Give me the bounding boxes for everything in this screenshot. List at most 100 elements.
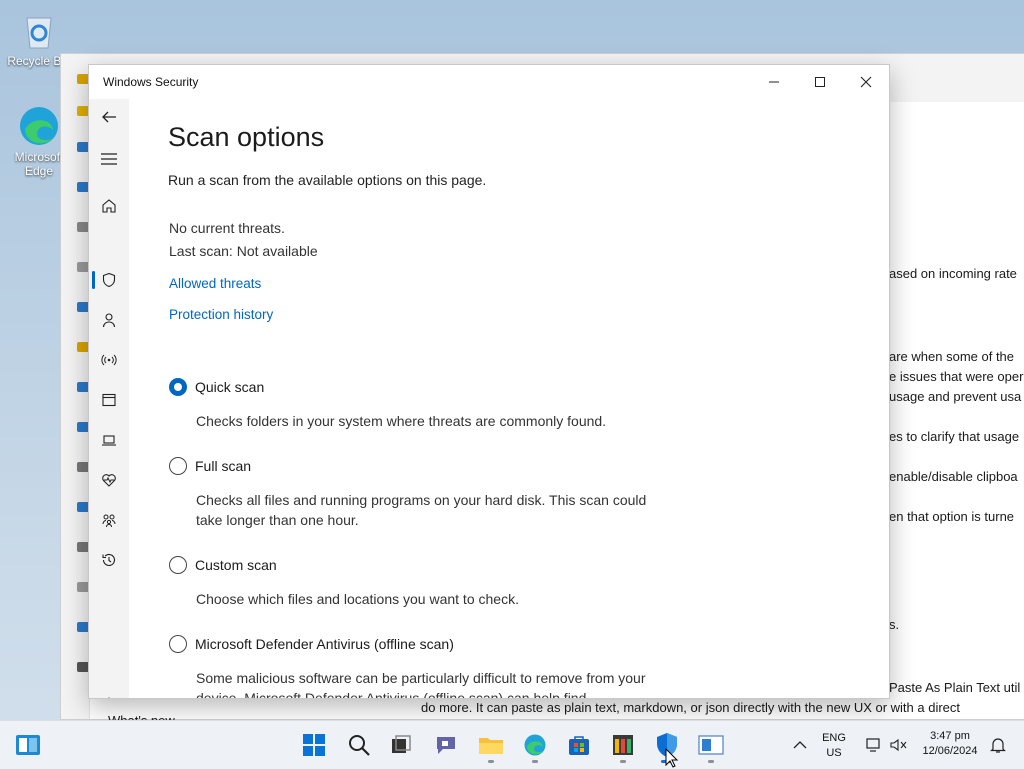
nav-family-options[interactable] [89, 505, 129, 535]
custom-scan-option[interactable]: Custom scan [169, 556, 277, 574]
background-text: ased on incoming rate [889, 266, 1017, 281]
quick-scan-radio[interactable] [169, 378, 187, 396]
background-text: do more. It can paste as plain text, mar… [421, 700, 961, 715]
person-icon [102, 313, 116, 328]
windows-security-window: Windows Security Scan options Run a scan… [88, 64, 890, 699]
background-text: usage and prevent usa [889, 389, 1022, 404]
notifications-button[interactable] [984, 731, 1012, 759]
full-scan-option[interactable]: Full scan [169, 457, 251, 475]
notification-bell-icon [990, 738, 1006, 753]
nav-settings[interactable] [89, 689, 129, 698]
widgets-button[interactable] [14, 731, 42, 759]
family-icon [102, 514, 116, 528]
background-text: Paste As Plain Text util [889, 680, 1021, 695]
option-label: Custom scan [195, 557, 277, 573]
full-scan-radio[interactable] [169, 457, 187, 475]
running-indicator [488, 760, 494, 763]
quick-scan-option[interactable]: Quick scan [169, 378, 264, 396]
teams-chat-icon [437, 737, 455, 754]
title-bar[interactable]: Windows Security [89, 65, 889, 99]
gear-icon [108, 697, 110, 698]
background-window-sidebar [61, 54, 90, 719]
history-icon [102, 553, 116, 566]
nav-device-security[interactable] [89, 425, 129, 455]
mouse-cursor-icon [665, 748, 679, 768]
protection-history-link[interactable]: Protection history [169, 307, 273, 322]
option-label: Full scan [195, 458, 252, 474]
background-text: es to clarify that usage [889, 429, 1020, 444]
nav-firewall-network[interactable] [89, 345, 129, 375]
page-subtitle: Run a scan from the available options on… [168, 172, 487, 188]
window-title: Windows Security [103, 75, 199, 89]
powertoys-button[interactable] [609, 731, 637, 759]
running-indicator [708, 760, 714, 763]
search-icon [349, 735, 370, 756]
option-description: Checks folders in your system where thre… [196, 413, 607, 429]
custom-scan-radio[interactable] [169, 556, 187, 574]
nav-virus-protection[interactable] [89, 265, 129, 295]
recycle-bin-icon [17, 8, 61, 52]
background-text: en that option is turne [889, 509, 1015, 524]
nav-app-browser-control[interactable] [89, 385, 129, 415]
nav-device-performance[interactable] [89, 465, 129, 495]
language-indicator[interactable]: ENG US [816, 731, 852, 761]
start-icon [303, 734, 325, 756]
page-title: Scan options [168, 122, 325, 152]
task-view-icon [392, 735, 411, 753]
volume-muted-icon [890, 738, 907, 752]
laptop-icon [102, 435, 116, 446]
scan-options-page: Scan options Run a scan from the availab… [168, 99, 889, 698]
nav-account-protection[interactable] [89, 305, 129, 335]
antenna-icon [101, 354, 117, 366]
notepad-button[interactable] [697, 731, 725, 759]
last-scan-status: Last scan: Not available [169, 243, 318, 259]
minimize-button[interactable] [751, 65, 797, 99]
maximize-icon [815, 77, 825, 87]
allowed-threats-link[interactable]: Allowed threats [169, 276, 261, 291]
clock[interactable]: 3:47 pm 12/06/2024 [912, 729, 988, 759]
notepad-icon [698, 735, 724, 755]
language-code: ENG [822, 732, 846, 744]
option-label: Quick scan [195, 379, 265, 395]
start-button[interactable] [300, 731, 328, 759]
chevron-up-icon [793, 741, 807, 749]
maximize-button[interactable] [797, 65, 843, 99]
teams-chat-button[interactable] [432, 731, 460, 759]
nav-protection-history[interactable] [89, 545, 129, 575]
app-window-icon [102, 393, 116, 407]
threat-status: No current threats. [169, 220, 285, 236]
clock-date: 12/06/2024 [922, 745, 978, 757]
background-text: enable/disable clipboa [889, 469, 1018, 484]
store-button[interactable] [565, 731, 593, 759]
edge-icon [524, 734, 546, 756]
widgets-icon [16, 735, 40, 755]
option-label: Microsoft Defender Antivirus (offline sc… [195, 636, 454, 652]
file-explorer-button[interactable] [477, 731, 505, 759]
shield-icon [102, 272, 116, 288]
option-description: Some malicious software can be particula… [196, 670, 646, 699]
powertoys-icon [613, 735, 633, 755]
hamburger-menu-icon [101, 153, 117, 165]
edge-button[interactable] [521, 731, 549, 759]
minimize-icon [769, 81, 779, 83]
keyboard-region: US [826, 747, 842, 759]
offline-scan-option[interactable]: Microsoft Defender Antivirus (offline sc… [169, 635, 454, 653]
task-view-button[interactable] [387, 731, 415, 759]
nav-home[interactable] [89, 191, 129, 221]
close-icon [860, 76, 872, 88]
back-arrow-icon [102, 111, 116, 123]
show-hidden-icons-button[interactable] [786, 731, 814, 759]
offline-scan-radio[interactable] [169, 635, 187, 653]
file-explorer-icon [479, 738, 503, 754]
close-button[interactable] [843, 65, 889, 99]
background-text: e issues that were oper [889, 369, 1024, 384]
search-button[interactable] [345, 731, 373, 759]
nav-menu-button[interactable] [89, 144, 129, 174]
navigation-sidebar [89, 99, 129, 698]
volume-button[interactable] [884, 731, 912, 759]
home-icon [102, 199, 116, 213]
nav-back-button[interactable] [89, 102, 129, 132]
network-icon [866, 738, 880, 752]
clock-time: 3:47 pm [930, 730, 970, 742]
store-icon [569, 736, 589, 755]
